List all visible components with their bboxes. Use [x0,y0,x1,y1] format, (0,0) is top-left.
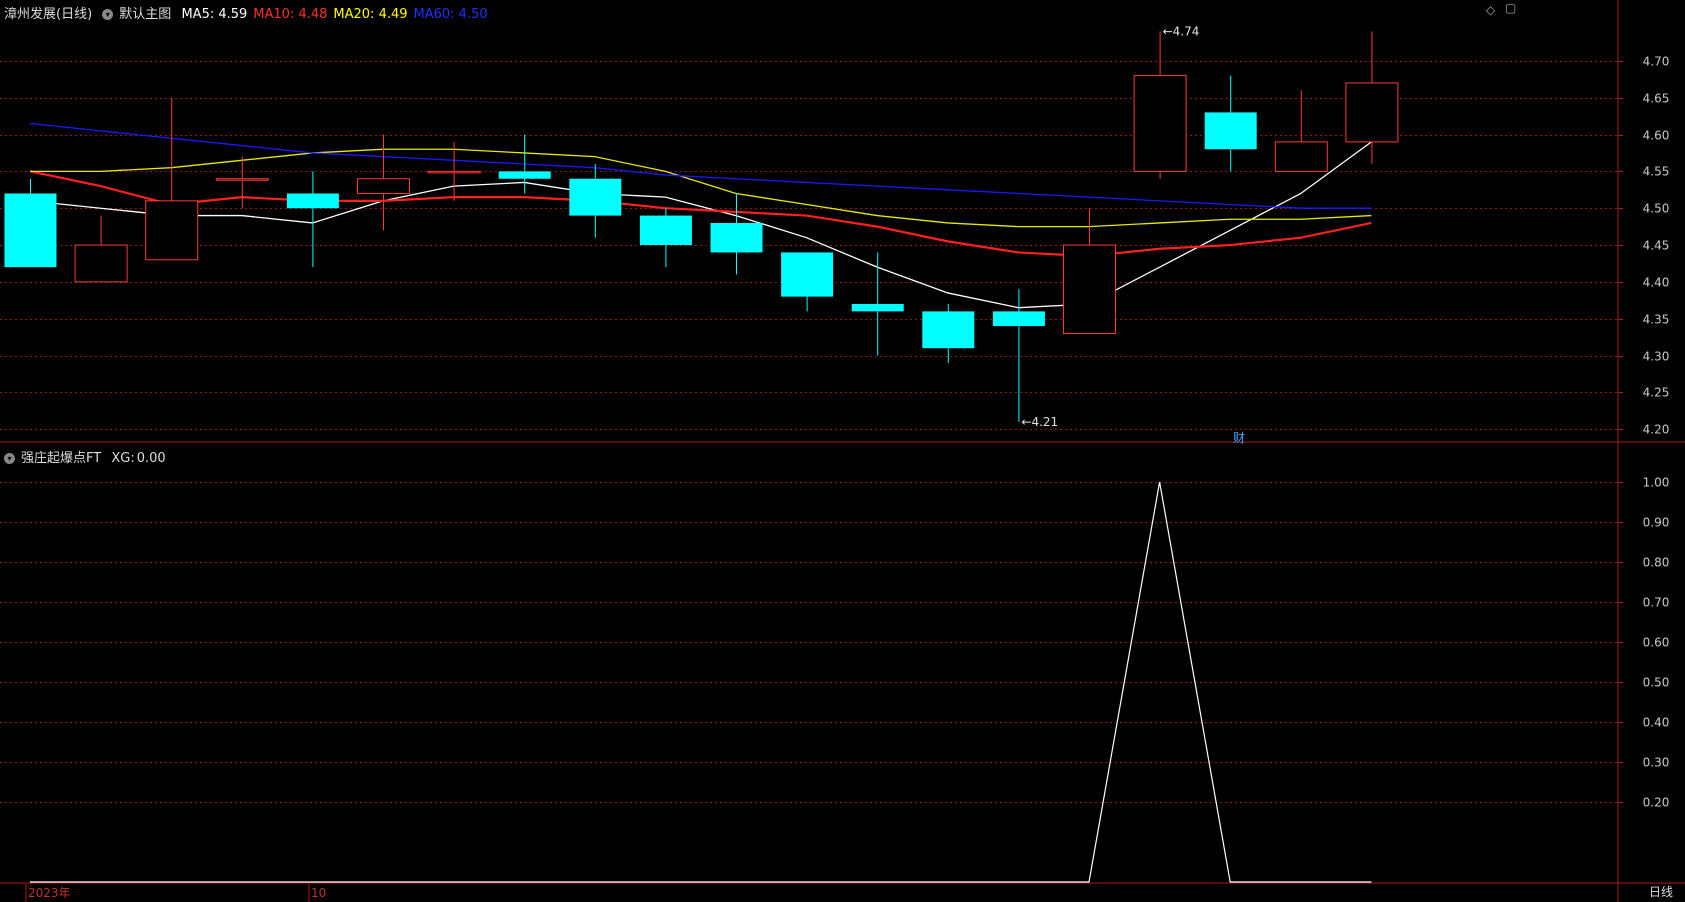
y-tick-label: 4.40 [1643,276,1670,290]
candle [569,164,622,238]
candle-body [357,178,410,194]
y-tick-label: 4.30 [1643,350,1670,364]
candle-body [781,252,834,297]
x-label-year: 2023年 [28,886,71,900]
y-tick-label: 0.80 [1643,556,1670,570]
finance-marker[interactable]: 财 [1233,431,1245,445]
y-tick-label: 4.50 [1643,202,1670,216]
chart-frame [0,0,1685,902]
y-tick-label: 0.60 [1643,636,1670,650]
candle [639,208,692,268]
y-tick-label: 4.35 [1643,313,1670,327]
candle-body [1274,141,1328,172]
chart-canvas[interactable]: ←4.74←4.21 4.204.254.304.354.404.454.504… [0,0,1685,902]
indicator-y-axis: 0.20 0.30 0.40 0.50 0.60 0.70 0.80 0.90 1.00 [1618,476,1669,810]
y-tick-label: 1.00 [1643,476,1670,490]
x-label-month: 10 [311,886,326,900]
main-y-axis: 4.20 4.25 4.30 4.35 4.40 4.45 4.50 4.55 4.60 4.65… [1618,55,1669,437]
candle [145,97,199,261]
price-annotation: ←4.21 [1021,415,1058,429]
y-tick-label: 4.60 [1643,129,1670,143]
candle [851,252,904,356]
y-tick-label: 0.50 [1643,676,1670,690]
y-tick-label: 4.70 [1643,55,1670,69]
candle-body [569,178,622,216]
candle-body [1204,112,1257,150]
candle-body [851,304,904,312]
y-tick-label: 0.90 [1643,516,1670,530]
candle-body [1063,244,1116,334]
candle-body [286,193,339,209]
y-tick-label: 0.30 [1643,756,1670,770]
candle-body [1133,75,1187,172]
candle [710,193,763,275]
period-label[interactable]: 日线 [1649,883,1673,900]
y-tick-label: 4.45 [1643,239,1670,253]
candle [4,178,57,268]
y-tick-label: 4.65 [1643,92,1670,106]
candle-body [74,244,128,283]
x-axis: 2023年 10 [25,884,326,902]
candle [922,304,975,363]
candle-body [498,171,551,179]
y-tick-label: 0.40 [1643,716,1670,730]
candle-body [710,222,763,253]
candle [1274,90,1328,172]
candle-body [992,311,1045,327]
candle [286,171,339,268]
candle-body [4,193,57,268]
candle [215,156,269,209]
candle-body [215,178,269,181]
candle [1204,75,1257,172]
candle [992,289,1045,422]
indicator-grid [0,482,1618,803]
candle [74,215,128,283]
candle-body [427,170,481,174]
y-tick-label: 4.20 [1643,423,1670,437]
candle-body [145,200,199,261]
ma10-line [29,170,1372,258]
candle-body [1345,82,1399,143]
price-annotation: ←4.74 [1163,24,1200,38]
y-tick-label: 0.20 [1643,796,1670,810]
candle [781,252,834,312]
candle-body [639,215,692,246]
candle-body [922,311,975,349]
y-tick-label: 4.25 [1643,386,1670,400]
candle [498,134,551,194]
y-tick-label: 4.55 [1643,165,1670,179]
candle [1133,31,1187,179]
y-tick-label: 0.70 [1643,596,1670,610]
candlesticks [4,31,1399,422]
candle [1345,31,1399,164]
